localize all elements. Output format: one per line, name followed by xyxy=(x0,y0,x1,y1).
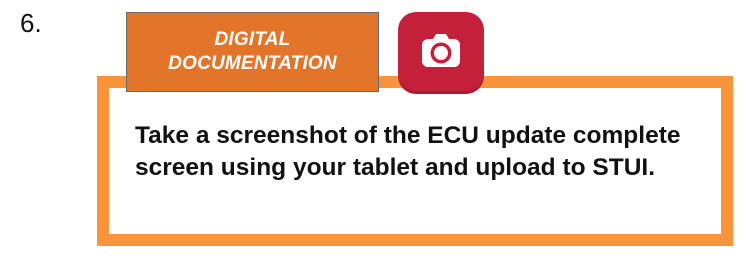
instruction-text: Take a screenshot of the ECU update comp… xyxy=(135,122,681,181)
tag-label: DIGITAL DOCUMENTATION xyxy=(168,28,337,76)
camera-badge xyxy=(398,12,484,94)
tag-line-1: DIGITAL xyxy=(214,29,291,50)
digital-documentation-tag: DIGITAL DOCUMENTATION xyxy=(126,12,379,92)
camera-icon xyxy=(422,34,460,67)
tag-line-2: DOCUMENTATION xyxy=(168,53,337,74)
step-number: 6. xyxy=(20,8,42,38)
